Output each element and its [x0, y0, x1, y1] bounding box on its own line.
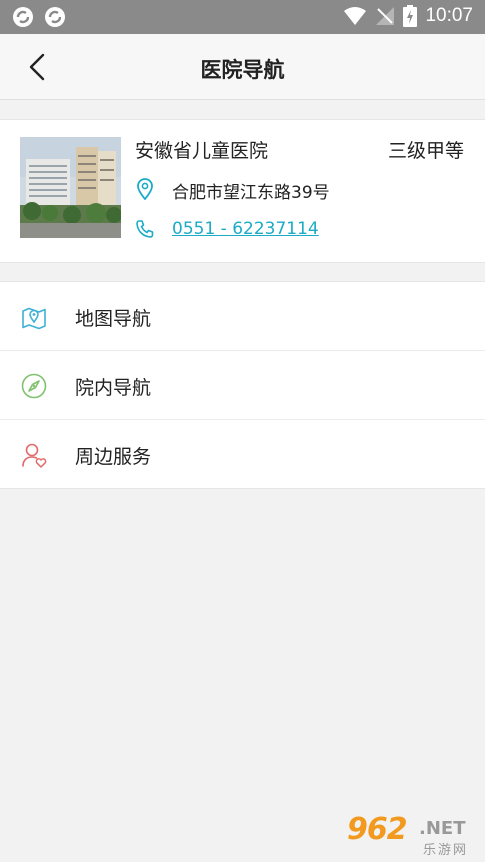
user-heart-icon: [22, 443, 47, 468]
wifi-icon: [344, 7, 367, 25]
menu-item-label: 地图导航: [75, 308, 152, 330]
watermark-logo: 962 .NET 乐游网: [347, 812, 479, 858]
hospital-level-badge: 三级甲等: [387, 140, 464, 162]
no-signal-icon: [376, 7, 395, 25]
hospital-name: 安徽省儿童医院: [135, 140, 269, 162]
status-notifications: [12, 6, 66, 28]
location-pin-icon: [137, 178, 153, 200]
hospital-photo: [20, 137, 121, 238]
menu-item-label: 周边服务: [75, 446, 152, 468]
navigation-menu: 地图导航 院内导航 周边服务: [0, 281, 485, 489]
hospital-card[interactable]: 安徽省儿童医院 三级甲等 合肥市望江东路39号 0551 - 62237114: [0, 119, 485, 263]
status-bar: 10:07: [0, 0, 485, 34]
hospital-address: 合肥市望江东路39号: [172, 183, 330, 203]
sync-icon: [45, 7, 65, 27]
app-bar: 医院导航: [0, 34, 485, 100]
menu-item-nearby-services[interactable]: 周边服务: [0, 419, 485, 488]
watermark-number: 962: [347, 812, 408, 847]
battery-charging-icon: [403, 5, 418, 27]
watermark-suffix: .NET: [419, 818, 466, 839]
compass-icon: [21, 373, 47, 399]
hospital-phone-link[interactable]: 0551 - 62237114: [172, 219, 319, 239]
menu-item-indoor-navigation[interactable]: 院内导航: [0, 350, 485, 419]
menu-item-label: 院内导航: [75, 377, 152, 399]
status-time: 10:07: [425, 5, 473, 26]
page-title: 医院导航: [200, 58, 285, 82]
phone-icon: [136, 220, 154, 238]
menu-item-map-navigation[interactable]: 地图导航: [0, 282, 485, 350]
sync-icon: [13, 7, 33, 27]
map-pin-icon: [22, 307, 46, 330]
watermark-text: 乐游网: [423, 843, 469, 858]
